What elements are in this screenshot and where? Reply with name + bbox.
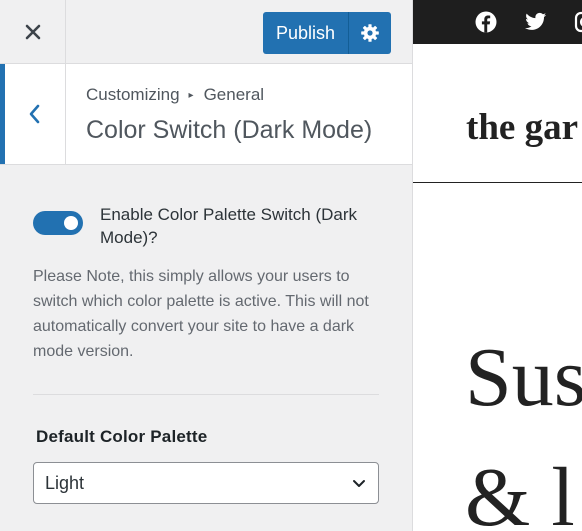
customizer-header: Publish [0,0,412,64]
twitter-icon[interactable] [525,11,547,33]
close-icon [25,24,40,39]
toggle-knob [64,216,78,230]
dark-mode-toggle-label: Enable Color Palette Switch (Dark Mode)? [100,205,358,247]
default-palette-value: Light [45,472,85,493]
hero-heading-line-2: & l [465,451,575,531]
social-bar [413,0,582,44]
publish-button[interactable]: Publish [263,12,349,54]
dark-mode-toggle[interactable] [33,211,83,235]
site-title[interactable]: the gar [466,106,578,149]
facebook-icon[interactable] [475,11,497,33]
dark-mode-note: Please Note, this simply allows your use… [33,268,369,360]
hero-heading-line-1: Sus [465,331,582,424]
breadcrumb-separator-icon: ▸ [188,89,194,101]
section-title: Color Switch (Dark Mode) [86,116,373,144]
chevron-down-icon [353,480,365,487]
publish-settings-button[interactable] [349,12,391,54]
site-preview: the gar Sus & l [413,0,582,531]
breadcrumb-root: Customizing [86,85,180,104]
divider [33,394,379,395]
publish-button-group: Publish [263,12,391,54]
chevron-left-icon [29,104,40,124]
section-header: Customizing ▸ General Color Switch (Dark… [0,64,412,165]
breadcrumb-current: General [203,85,265,104]
back-button[interactable] [0,64,66,164]
default-palette-select[interactable]: Light [33,462,379,504]
customizer-sidebar: Publish Customizing ▸ General Color Swit… [0,0,413,531]
close-customizer-button[interactable] [0,0,66,63]
default-palette-label: Default Color Palette [36,427,208,446]
breadcrumb: Customizing ▸ General [86,85,264,105]
gear-icon [361,24,379,42]
header-divider [413,182,582,183]
instagram-icon[interactable] [574,11,582,33]
